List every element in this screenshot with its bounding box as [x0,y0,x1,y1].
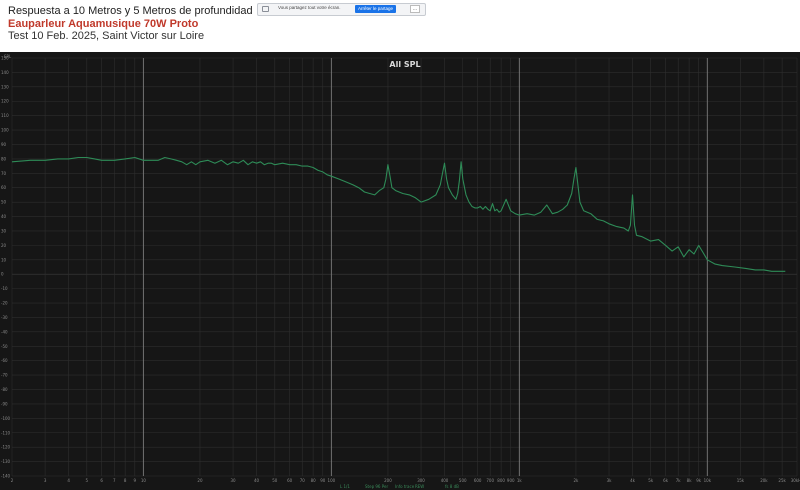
status-footer: L 1/1 Step 96 Per Info trace REW fs 8 dB [340,484,459,489]
x-tick-label: 4k [630,478,636,483]
chart-major-lines [142,58,708,476]
y-tick-label: -20 [1,301,8,306]
x-tick-label: 40 [254,478,260,483]
x-tick-label: 8 [124,478,127,483]
y-tick-label: 100 [1,128,9,133]
y-tick-label: 80 [1,156,7,161]
y-tick-label: 50 [1,200,7,205]
x-tick-label: 600 [474,478,482,483]
y-tick-label: 140 [1,70,9,75]
footer-text: L 1/1 [340,484,350,489]
y-tick-label: -30 [1,315,8,320]
y-tick-label: -120 [1,445,11,450]
header-line-3: Test 10 Feb. 2025, Saint Victor sur Loir… [8,30,205,42]
x-tick-label: 400 [441,478,449,483]
x-tick-label: 800 [497,478,505,483]
x-tick-label: 4 [67,478,70,483]
x-tick-label: 9 [134,478,137,483]
chart-grid [11,57,798,477]
header-line-1: Respuesta a 10 Metros y 5 Metros de prof… [8,5,253,17]
x-tick-label: 15k [737,478,745,483]
chart-svg: 1501401301201101009080706050403020100-10… [1,54,800,489]
y-tick-label: -60 [1,358,8,363]
y-tick-label: -140 [1,474,11,479]
x-tick-label: 10 [141,478,147,483]
y-tick-label: -10 [1,286,8,291]
x-tick-label: 90 [320,478,326,483]
share-more-button[interactable]: ... [410,5,420,13]
x-tick-label: 9k [696,478,702,483]
spl-trace [11,156,786,272]
y-tick-label: -100 [1,416,11,421]
x-tick-label: 5k [648,478,654,483]
x-tick-label: 7k [676,478,682,483]
spl-chart[interactable]: 150 140 130 120 110 100 90 80 70 60 50 40 30 20 10 0 -10… [0,52,800,490]
x-tick-label: 900 [507,478,515,483]
x-tick-label: 7 [113,478,116,483]
y-axis-label: SPL [4,54,12,59]
footer-text: Step 96 Per [365,484,388,489]
x-tick-label: 2 [11,478,14,483]
x-tick-label: 6k [663,478,669,483]
y-tick-label: -80 [1,387,8,392]
y-tick-label: 120 [1,99,9,104]
x-tick-label: 1k [517,478,523,483]
x-tick-label: 8k [687,478,693,483]
x-tick-label: 200 [384,478,392,483]
x-tick-label: 30kHz [791,478,800,483]
y-tick-label: 20 [1,243,7,248]
x-tick-label: 5 [86,478,89,483]
y-tick-label: 60 [1,185,7,190]
y-tick-label: -40 [1,329,8,334]
x-tick-label: 30 [231,478,237,483]
x-tick-label: 50 [272,478,278,483]
footer-text: REW [415,484,424,489]
y-tick-label: -90 [1,401,8,406]
x-tick-label: 80 [311,478,317,483]
x-tick-label: 3k [607,478,613,483]
y-tick-label: 70 [1,171,7,176]
y-tick-label: 110 [1,113,9,118]
footer-text: Info trace [395,484,415,489]
screen-share-bar: Vous partagez tout votre écran. Arrêter … [257,3,426,16]
x-tick-label: 100 [328,478,336,483]
y-tick-label: 0 [1,272,4,277]
x-tick-label: 20k [760,478,768,483]
screen-share-text: Vous partagez tout votre écran. [278,5,341,10]
x-tick-label: 700 [486,478,494,483]
y-tick-label: 10 [1,257,7,262]
x-axis-ticks: 2 3 4 5 6 7 8 9 10 20 30 40 50 60 70 80 90 100 200 300 400 50… [11,478,800,483]
x-tick-label: 70 [300,478,306,483]
stop-sharing-button[interactable]: Arrêter le partage [355,5,396,13]
x-tick-label: 60 [287,478,293,483]
x-tick-label: 2k [573,478,579,483]
chart-series [11,156,786,272]
y-tick-label: -70 [1,373,8,378]
x-tick-label: 500 [459,478,467,483]
x-tick-label: 300 [417,478,425,483]
x-tick-label: 3 [44,478,47,483]
y-tick-label: 30 [1,228,7,233]
x-tick-label: 10k [704,478,712,483]
footer-text: fs 8 dB [445,484,459,489]
y-tick-label: 40 [1,214,7,219]
screen-share-icon [262,6,269,12]
x-tick-label: 6 [100,478,103,483]
y-tick-label: 130 [1,84,9,89]
chart-title: All SPL [389,60,420,69]
y-tick-label: 90 [1,142,7,147]
y-tick-label: -110 [1,430,11,435]
y-axis-ticks: 1501401301201101009080706050403020100-10… [1,56,11,479]
x-tick-label: 25k [778,478,786,483]
y-tick-label: -50 [1,344,8,349]
x-tick-label: 20 [197,478,203,483]
y-tick-label: -130 [1,459,11,464]
